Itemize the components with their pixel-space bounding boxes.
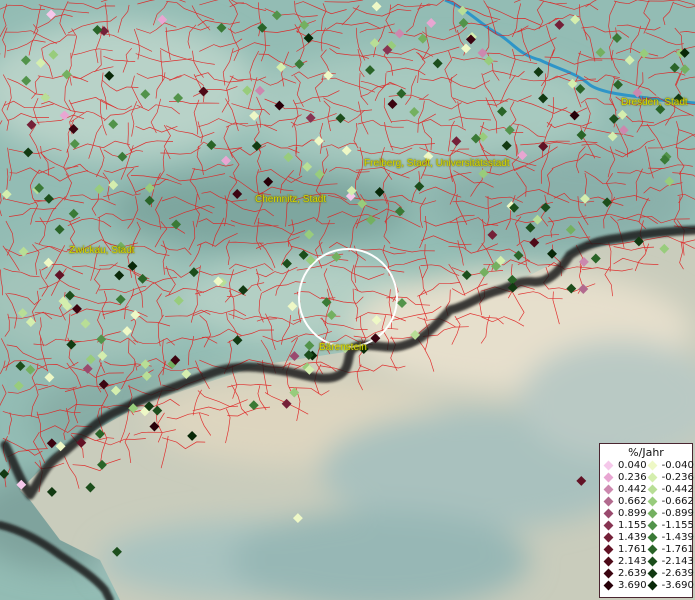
legend-swatch-icon — [647, 472, 658, 482]
legend-label: 0.040 — [618, 459, 647, 471]
legend-entry: 1.439 — [603, 531, 647, 543]
city-label-zwickau: Zwickau, Stadt — [69, 245, 135, 256]
legend-swatch-icon — [603, 532, 614, 542]
legend-swatch-icon — [603, 520, 614, 530]
legend-label: 1.439 — [618, 531, 647, 543]
legend-entry: -2.143 — [647, 555, 694, 567]
city-label-freiberg: Freiberg, Stadt, Universitätsstadt — [364, 158, 510, 169]
legend-entry: 2.639 — [603, 567, 647, 579]
legend-positive-column: 0.040 0.236 0.442 0.662 0.899 1.155 1.439 1.761… — [603, 459, 647, 591]
legend-swatch-icon — [647, 544, 658, 554]
legend-entry: -0.899 — [647, 507, 694, 519]
legend-label: -0.442 — [661, 483, 694, 495]
legend-label: 1.155 — [618, 519, 647, 531]
legend-swatch-icon — [647, 460, 658, 470]
legend-entry: 1.155 — [603, 519, 647, 531]
legend-label: 1.761 — [618, 543, 647, 555]
legend-swatch-icon — [647, 568, 658, 578]
legend-entry: -0.442 — [647, 483, 694, 495]
legend-entry: 0.236 — [603, 471, 647, 483]
map-view[interactable]: Dresden, Stadt Freiberg, Stadt, Universi… — [0, 0, 695, 600]
legend-entry: -1.155 — [647, 519, 694, 531]
legend-entry: 0.662 — [603, 495, 647, 507]
legend-label: -0.236 — [661, 471, 694, 483]
legend-label: 0.442 — [618, 483, 647, 495]
city-label-dresden: Dresden, Stadt — [621, 97, 688, 108]
legend-swatch-icon — [647, 580, 658, 590]
legend-title: %/Jahr — [628, 446, 664, 459]
legend-swatch-icon — [647, 532, 658, 542]
legend-swatch-icon — [647, 520, 658, 530]
legend-label: 3.690 — [618, 579, 647, 591]
legend-swatch-icon — [603, 460, 614, 470]
legend-label: -0.662 — [661, 495, 694, 507]
legend-swatch-icon — [603, 556, 614, 566]
legend-swatch-icon — [603, 580, 614, 590]
legend-label: -3.690 — [661, 579, 694, 591]
legend-swatch-icon — [647, 508, 658, 518]
legend-entry: 0.040 — [603, 459, 647, 471]
legend-swatch-icon — [603, 544, 614, 554]
legend-label: -1.439 — [661, 531, 694, 543]
legend-entry: -3.690 — [647, 579, 694, 591]
legend-entry: -0.236 — [647, 471, 694, 483]
legend-label: 2.639 — [618, 567, 647, 579]
city-label-chemnitz: Chemnitz, Stadt — [255, 194, 327, 205]
legend-swatch-icon — [647, 556, 658, 566]
legend-entry: -0.662 — [647, 495, 694, 507]
legend-swatch-icon — [603, 496, 614, 506]
legend-label: -2.639 — [661, 567, 694, 579]
legend-label: 0.662 — [618, 495, 647, 507]
legend-label: 0.236 — [618, 471, 647, 483]
terrain-layer — [0, 0, 695, 600]
legend-entry: 2.143 — [603, 555, 647, 567]
legend-swatch-icon — [647, 484, 658, 494]
legend-entry: 1.761 — [603, 543, 647, 555]
legend-swatch-icon — [647, 496, 658, 506]
legend-label: -2.143 — [661, 555, 694, 567]
legend-label: 0.899 — [618, 507, 647, 519]
legend-entry: 0.899 — [603, 507, 647, 519]
legend-entry: -1.439 — [647, 531, 694, 543]
legend-entry: 3.690 — [603, 579, 647, 591]
legend-entry: -2.639 — [647, 567, 694, 579]
legend-entry: -1.761 — [647, 543, 694, 555]
legend-entry: 0.442 — [603, 483, 647, 495]
legend-swatch-icon — [603, 568, 614, 578]
legend-swatch-icon — [603, 484, 614, 494]
legend-label: -0.040 — [661, 459, 694, 471]
legend-label: -1.761 — [661, 543, 694, 555]
legend-swatch-icon — [603, 472, 614, 482]
legend-negative-column: -0.040 -0.236 -0.442 -0.662 -0.899 -1.155 -1.4… — [647, 459, 694, 591]
legend-label: 2.143 — [618, 555, 647, 567]
city-label-baerenstein: Bärenstein — [319, 342, 367, 353]
legend-label: -0.899 — [661, 507, 694, 519]
map-canvas[interactable] — [0, 0, 695, 600]
legend-entry: -0.040 — [647, 459, 694, 471]
legend-panel: %/Jahr 0.040 0.236 0.442 0.662 0.899 1.155 1.4… — [599, 443, 694, 598]
legend-label: -1.155 — [661, 519, 694, 531]
legend-swatch-icon — [603, 508, 614, 518]
